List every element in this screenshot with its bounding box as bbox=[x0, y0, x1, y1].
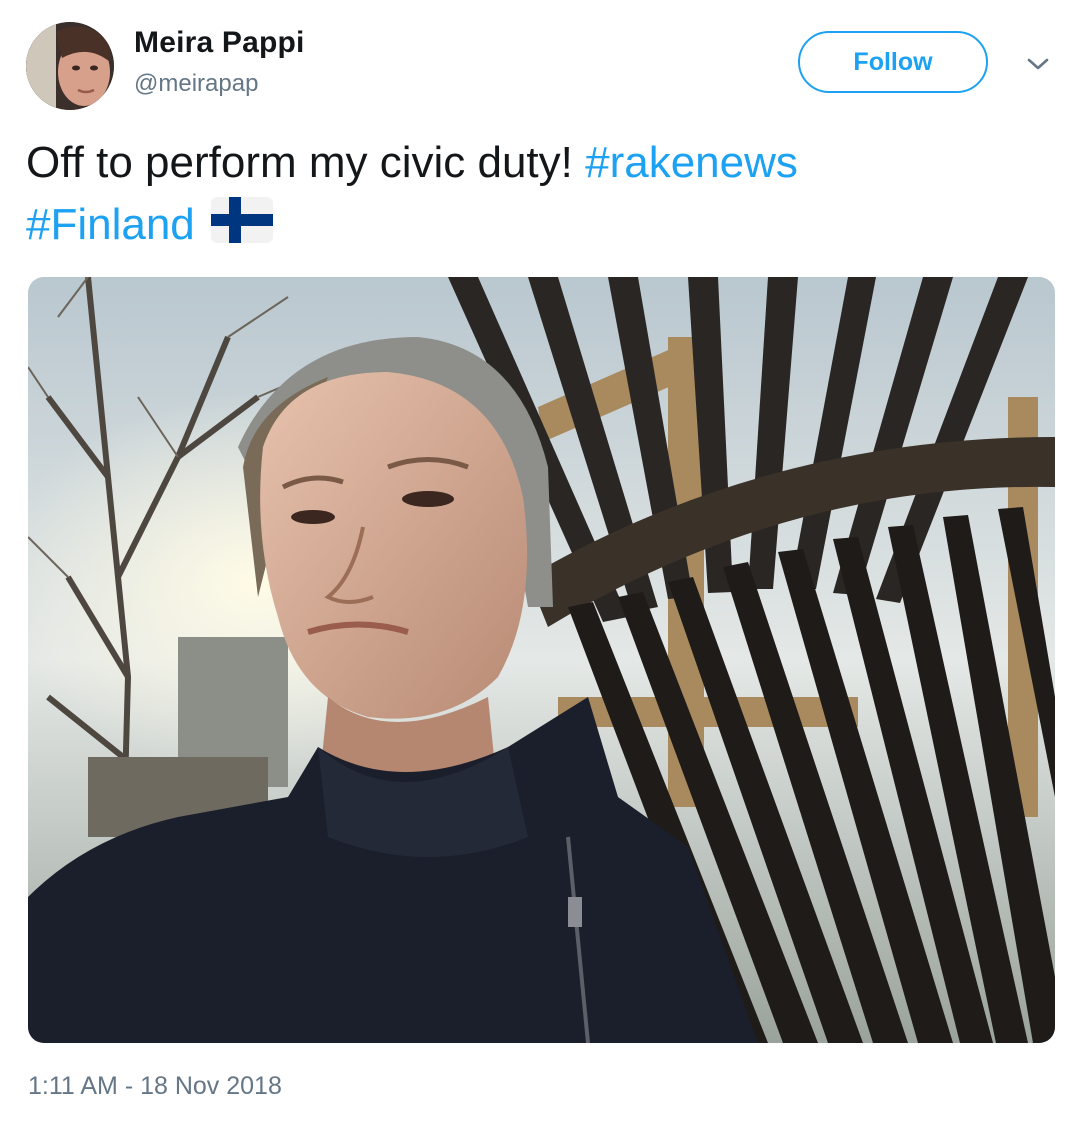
tweet-body-text: Off to perform my civic duty! bbox=[26, 138, 586, 187]
hashtag-finland[interactable]: #Finland bbox=[26, 200, 195, 249]
tweet-photo[interactable] bbox=[28, 277, 1055, 1043]
hashtag-rakenews[interactable]: #rakenews bbox=[585, 138, 798, 187]
tweet-text: Off to perform my civic duty! #rakenews #… bbox=[26, 132, 1046, 256]
chevron-down-icon[interactable] bbox=[1024, 54, 1052, 74]
selfie-rake-image bbox=[28, 277, 1055, 1043]
user-handle[interactable]: @meirapap bbox=[134, 70, 258, 98]
avatar-image bbox=[26, 22, 114, 110]
avatar[interactable] bbox=[26, 22, 114, 110]
finland-flag-icon bbox=[210, 197, 273, 243]
tweet-timestamp[interactable]: 1:11 AM - 18 Nov 2018 bbox=[28, 1072, 282, 1101]
display-name[interactable]: Meira Pappi bbox=[134, 26, 305, 60]
tweet-card: Meira Pappi @meirapap Follow Off to perf… bbox=[0, 0, 1080, 1123]
follow-button[interactable]: Follow bbox=[798, 31, 988, 93]
